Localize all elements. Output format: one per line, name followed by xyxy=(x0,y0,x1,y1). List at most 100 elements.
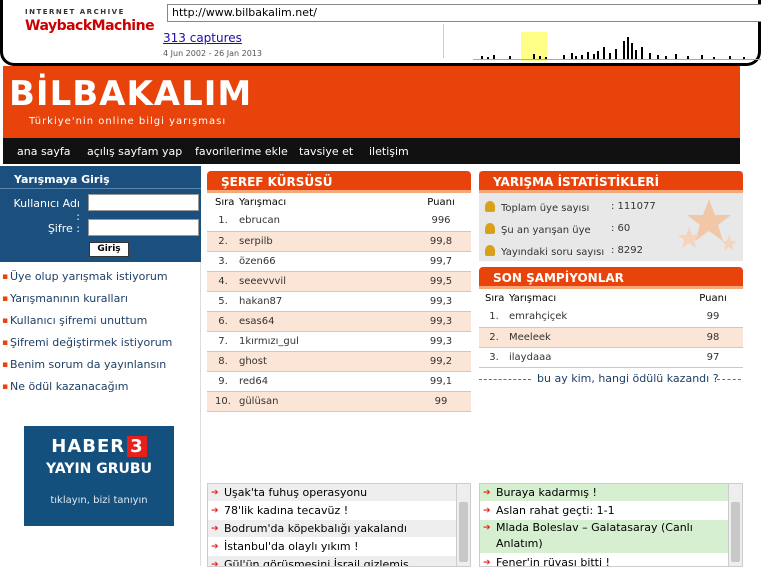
istatistik-title: YARIŞMA İSTATİSTİKLERİ xyxy=(479,171,743,193)
table-row: 9. red64 99,1 xyxy=(207,371,471,392)
site-logo[interactable]: BİLBAKALIM xyxy=(9,74,252,114)
rank-cell: 1. xyxy=(207,211,239,232)
news-item[interactable]: Aslan rahat geçti: 1-1 xyxy=(480,502,728,520)
nav-iletisim[interactable]: iletişim xyxy=(369,145,409,158)
login-button[interactable]: Giriş xyxy=(89,242,129,257)
news-item[interactable]: Gül'ün görüşmesini İsrail gizlemiş xyxy=(208,556,456,566)
name-cell: hakan87 xyxy=(239,291,411,312)
table-row: 3. ilaydaaa 97 xyxy=(479,347,743,368)
table-row: 10. gülüsan 99 xyxy=(207,391,471,412)
histogram-bar xyxy=(509,56,511,59)
histogram-bar xyxy=(493,55,495,59)
score-cell: 99 xyxy=(683,307,743,328)
histogram-bar xyxy=(641,47,643,59)
wayback-url-input[interactable]: http://www.bilbakalim.net/ xyxy=(167,4,761,22)
stat-yarisan-uye: Şu an yarışan üye: 60 xyxy=(485,223,630,236)
nav-ana-sayfa[interactable]: ana sayfa xyxy=(17,145,71,158)
scrollbar-thumb[interactable] xyxy=(731,502,740,562)
sampiyon-footer: bu ay kim, hangi ödülü kazandı ? xyxy=(479,372,743,386)
table-row: 2. Meeleek 98 xyxy=(479,327,743,348)
news-item[interactable]: Buraya kadarmış ! xyxy=(480,484,728,502)
istatistik-panel: YARIŞMA İSTATİSTİKLERİ Toplam üye sayısı… xyxy=(479,171,743,261)
rank-cell: 8. xyxy=(207,351,239,372)
link-odul[interactable]: Ne ödül kazanacağım xyxy=(0,376,201,398)
nav-favorilerime-ekle[interactable]: favorilerime ekle xyxy=(195,145,288,158)
nav-tavsiye-et[interactable]: tavsiye et xyxy=(299,145,353,158)
col-puani: Puanı xyxy=(699,292,727,304)
link-kurallar[interactable]: Yarışmanının kuralları xyxy=(0,288,201,310)
score-cell: 99,1 xyxy=(411,371,471,392)
name-cell: özen66 xyxy=(239,251,411,272)
histogram-bar xyxy=(649,53,651,59)
table-row: 4. seeevvvil 99,5 xyxy=(207,271,471,292)
score-cell: 99,7 xyxy=(411,251,471,272)
wayback-logo[interactable]: INTERNET ARCHIVE WaybackMachine xyxy=(25,8,155,48)
nav-acilis-sayfam[interactable]: açılış sayfam yap xyxy=(87,145,182,158)
table-row: 2. serpilb 99,8 xyxy=(207,231,471,252)
news-item[interactable]: 78'lik kadına tecavüz ! xyxy=(208,502,456,520)
seref-kursusu-panel: ŞEREF KÜRSÜSÜ Sıra Yarışmacı Puanı 1. ebr… xyxy=(207,171,471,412)
news-item[interactable]: Uşak'ta fuhuş operasyonu xyxy=(208,484,456,502)
stat-label: Toplam üye sayısı xyxy=(501,203,590,214)
scrollbar-thumb[interactable] xyxy=(459,502,468,562)
son-sampiyonlar-panel: SON ŞAMPİYONLAR Sıra Yarışmacı Puanı 1. e… xyxy=(479,267,743,386)
link-uye-ol[interactable]: Üye olup yarışmak istiyorum xyxy=(0,266,201,288)
col-yarismaci: Yarışmacı xyxy=(239,196,287,208)
user-icon xyxy=(485,201,495,212)
username-label: Kullanıcı Adı : xyxy=(13,197,81,223)
scrollbar[interactable] xyxy=(456,484,470,566)
news-item[interactable]: Fener'in rüyası bitti ! xyxy=(480,554,728,566)
score-cell: 99,3 xyxy=(411,331,471,352)
news-item[interactable]: Bodrum'da köpekbalığı yakalandı xyxy=(208,520,456,538)
score-cell: 99,3 xyxy=(411,311,471,332)
histogram-bar xyxy=(563,55,565,59)
name-cell: gülüsan xyxy=(239,391,411,412)
scrollbar[interactable] xyxy=(728,484,742,566)
name-cell: Meeleek xyxy=(509,327,683,348)
histogram-bar xyxy=(701,55,703,59)
rank-cell: 4. xyxy=(207,271,239,292)
ad-number: 3 xyxy=(127,436,147,457)
histogram-bar xyxy=(533,54,535,59)
link-sifre-degistir[interactable]: Şifremi değiştirmek istiyorum xyxy=(0,332,201,354)
name-cell: seeevvvil xyxy=(239,271,411,292)
score-cell: 99,3 xyxy=(411,291,471,312)
captures-link[interactable]: 313 captures xyxy=(163,31,242,45)
ad-line2: YAYIN GRUBU xyxy=(46,461,152,477)
link-sifre-unuttum[interactable]: Kullanıcı şifremi unuttum xyxy=(0,310,201,332)
col-puani: Puanı xyxy=(427,196,455,208)
name-cell: ebrucan xyxy=(239,211,411,232)
rank-cell: 5. xyxy=(207,291,239,312)
password-input[interactable] xyxy=(88,219,199,236)
ad-line1: HABER xyxy=(51,436,126,457)
wayback-logo-text: WaybackMachine xyxy=(25,18,155,34)
news-item[interactable]: Mlada Boleslav – Galatasaray (Canlı Anla… xyxy=(480,520,728,554)
score-cell: 99 xyxy=(411,391,471,412)
login-panel: Yarışmaya Giriş Kullanıcı Adı : Şifre : … xyxy=(0,166,201,262)
username-input[interactable] xyxy=(88,194,199,211)
histogram-bar xyxy=(597,51,599,59)
histogram-bar xyxy=(487,57,489,59)
histogram-bar xyxy=(665,56,667,59)
odul-link[interactable]: bu ay kim, hangi ödülü kazandı ? xyxy=(537,372,719,385)
user-icon xyxy=(485,223,495,234)
histogram-bar xyxy=(575,56,577,59)
table-row: 1. ebrucan 996 xyxy=(207,211,471,232)
name-cell: emrahçiçek xyxy=(509,307,683,328)
login-title: Yarışmaya Giriş xyxy=(14,173,110,186)
link-soru-yayinla[interactable]: Benim sorum da yayınlansın xyxy=(0,354,201,376)
score-cell: 99,5 xyxy=(411,271,471,292)
haber3-ad-banner[interactable]: HABER 3 YAYIN GRUBU tıklayın, bizi tanıyı… xyxy=(24,426,174,526)
capture-histogram[interactable] xyxy=(473,30,761,60)
histogram-bar xyxy=(743,57,745,59)
histogram-bar xyxy=(609,53,611,59)
site-tagline: Türkiye'nin online bilgi yarışması xyxy=(29,116,227,127)
name-cell: esas64 xyxy=(239,311,411,332)
rank-cell: 10. xyxy=(207,391,239,412)
name-cell: 1kırmızı_gul xyxy=(239,331,411,352)
rank-cell: 6. xyxy=(207,311,239,332)
left-sidebar: Yarışmaya Giriş Kullanıcı Adı : Şifre : … xyxy=(0,166,201,566)
news-item[interactable]: İstanbul'da olaylı yıkım ! xyxy=(208,538,456,556)
histogram-bar xyxy=(481,56,483,59)
table-row: 8. ghost 99,2 xyxy=(207,351,471,372)
